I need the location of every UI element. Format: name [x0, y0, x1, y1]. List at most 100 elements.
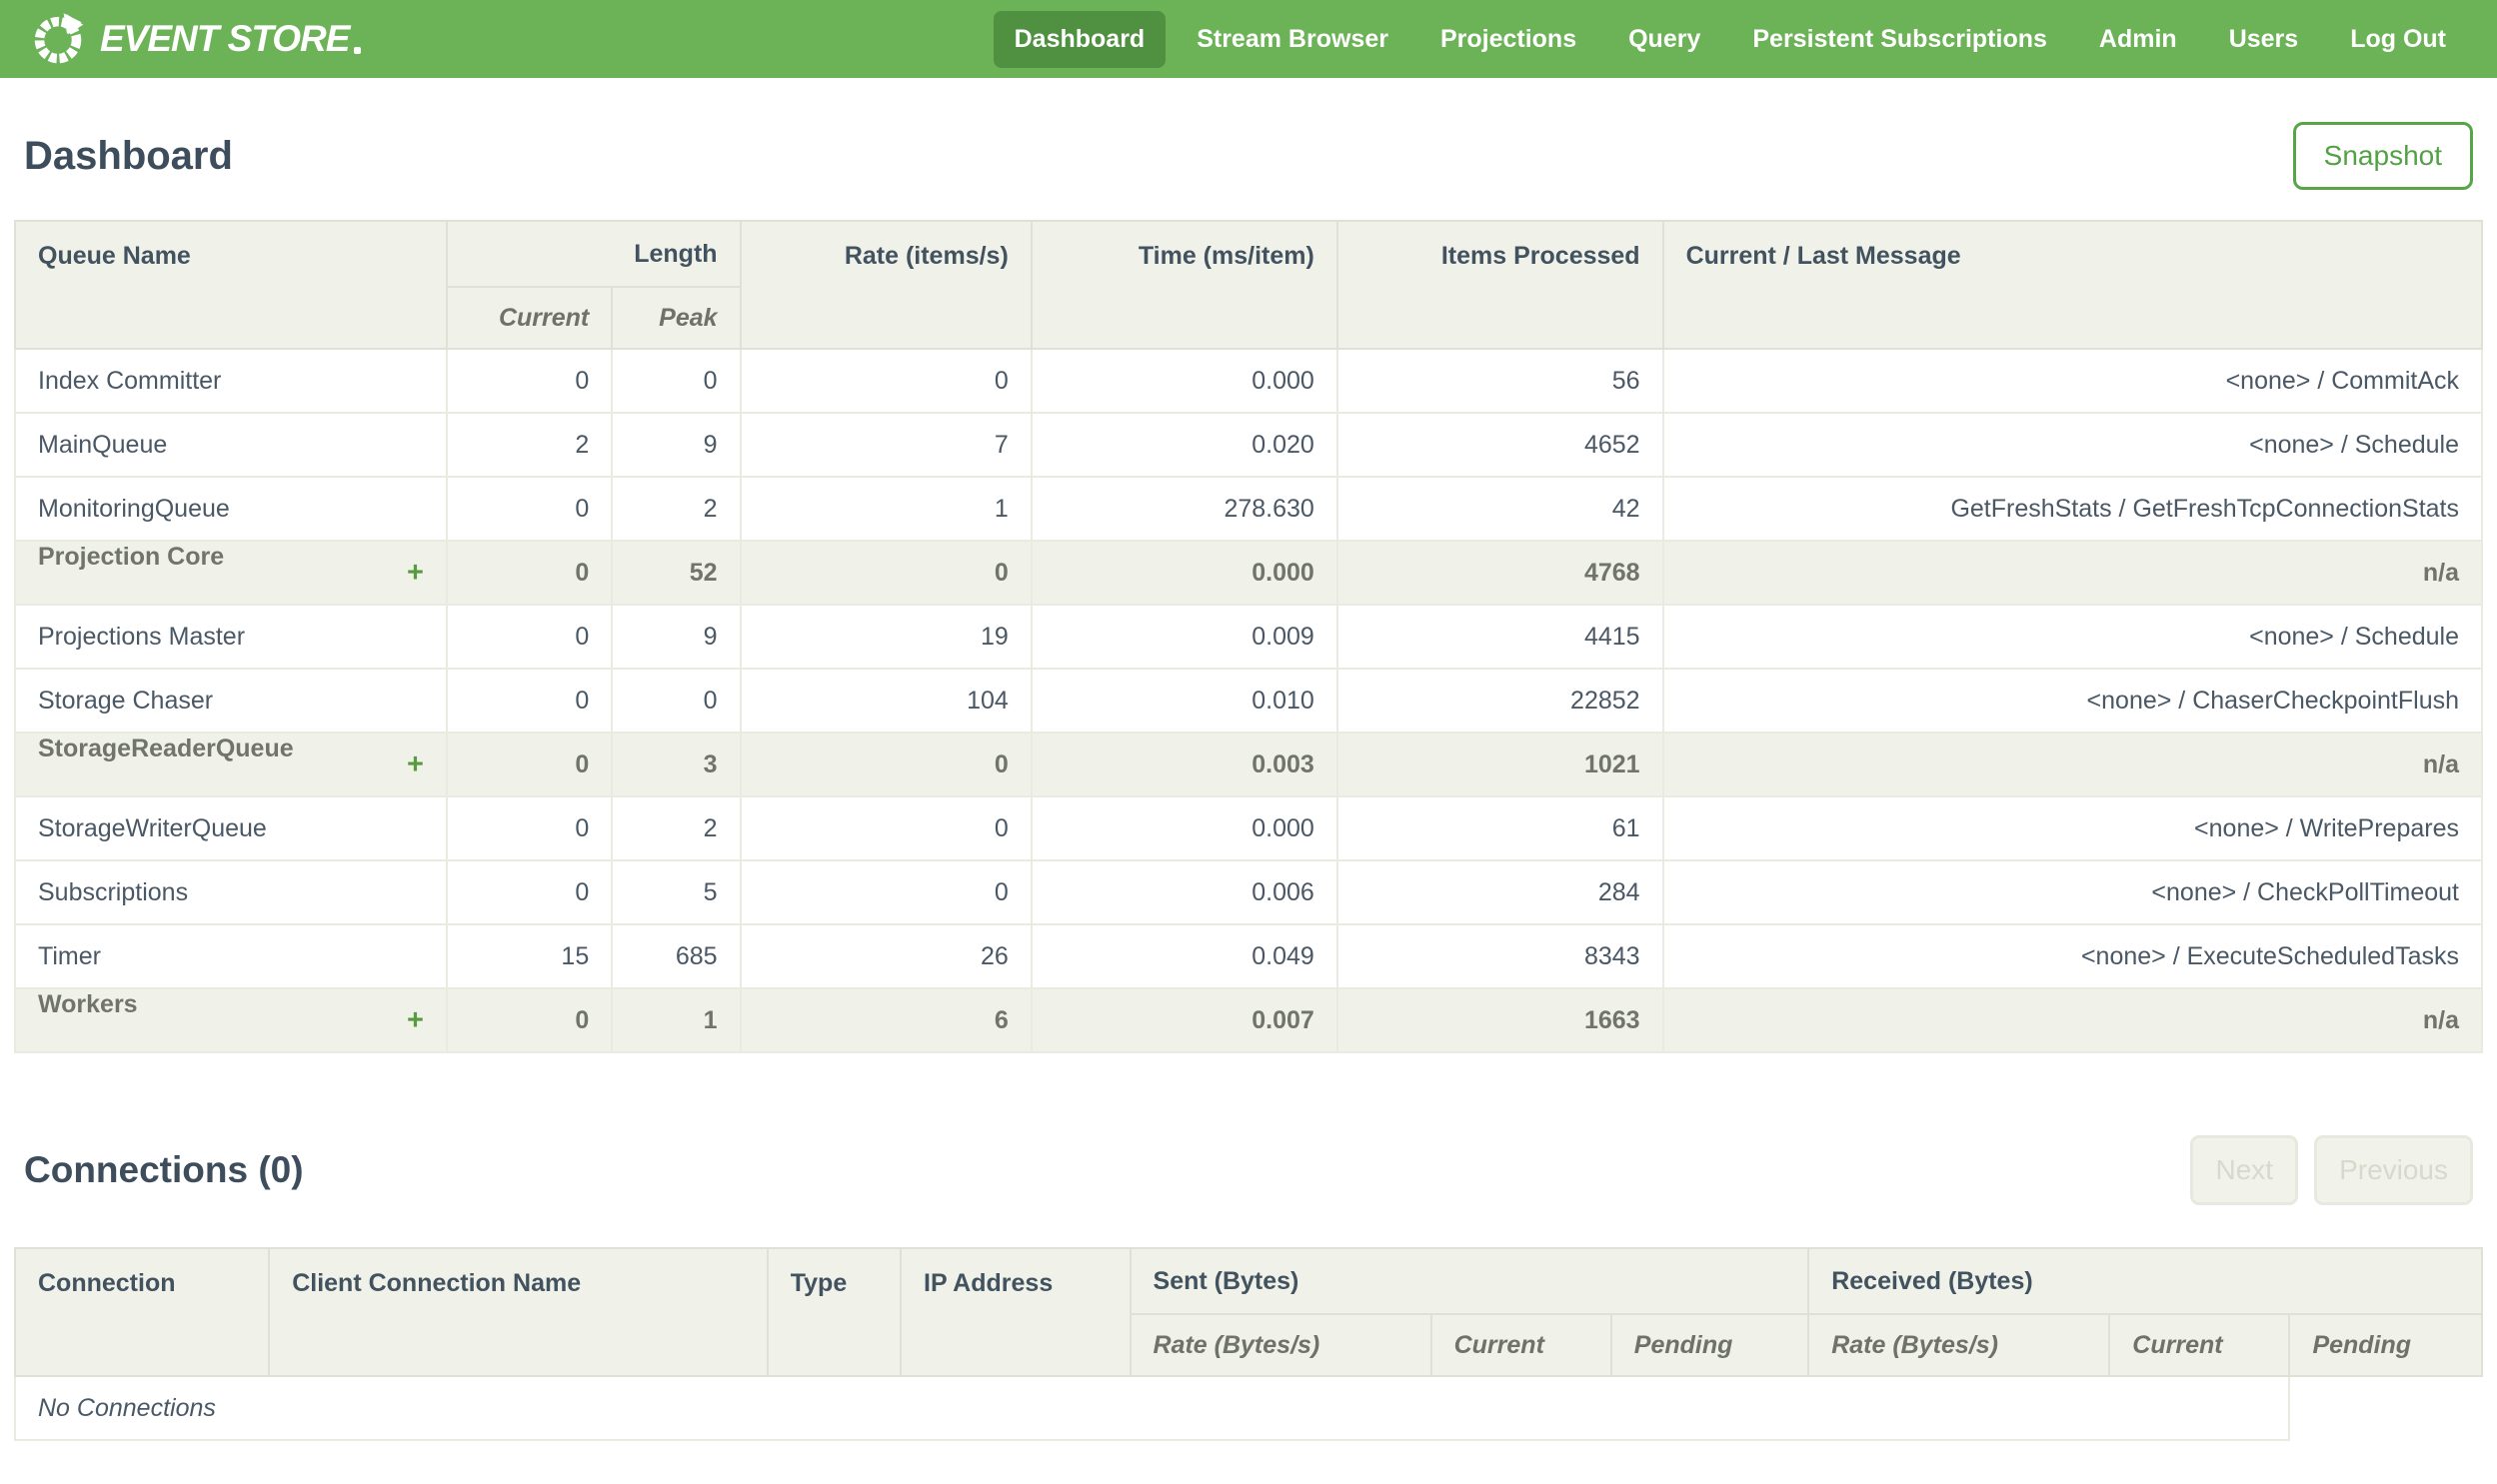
- queue-name-cell: Storage Chaser +: [14, 668, 448, 734]
- queue-name-cell: MonitoringQueue +: [14, 476, 448, 542]
- queue-table-row: Subscriptions + 0 5 0 0.006 284 <none> /…: [14, 859, 2484, 925]
- page-title: Dashboard: [24, 133, 233, 178]
- rate-cell: 0: [739, 732, 1033, 797]
- no-connections-row: No Connections: [13, 1375, 2482, 1441]
- message-cell: n/a: [1661, 540, 2484, 606]
- queue-name-cell: MainQueue +: [14, 412, 448, 478]
- nav-item[interactable]: Projections: [1419, 11, 1597, 68]
- time-cell: 278.630: [1030, 476, 1338, 542]
- length-peak-cell: 52: [611, 540, 742, 606]
- nav-item[interactable]: Admin: [2078, 11, 2198, 68]
- nav-item[interactable]: Query: [1607, 11, 1721, 68]
- connections-title: Connections (0): [24, 1149, 304, 1190]
- col-received-bytes: Received (Bytes): [1807, 1247, 2483, 1315]
- nav-item[interactable]: Users: [2208, 11, 2320, 68]
- message-cell: <none> / CommitAck: [1661, 348, 2484, 414]
- col-length-peak: Peak: [611, 286, 742, 350]
- previous-button[interactable]: Previous: [2314, 1135, 2473, 1205]
- brand-text: EVENT STORE: [100, 18, 362, 60]
- time-cell: 0.007: [1030, 987, 1338, 1053]
- queue-name-cell: Timer +: [14, 923, 448, 989]
- queue-name-cell: Index Committer +: [14, 348, 448, 414]
- expand-icon[interactable]: +: [407, 543, 424, 603]
- items-processed-cell: 42: [1335, 476, 1664, 542]
- nav-item[interactable]: Stream Browser: [1176, 11, 1409, 68]
- col-client-connection-name: Client Connection Name: [268, 1247, 769, 1377]
- time-cell: 0.000: [1030, 348, 1338, 414]
- col-length-current: Current: [445, 286, 614, 350]
- brand: EVENT STORE: [30, 11, 362, 67]
- nav-menu: Dashboard Stream Browser Projections Que…: [993, 10, 2467, 68]
- length-peak-cell: 9: [611, 412, 742, 478]
- nav-item-label: Persistent Subscriptions: [1752, 24, 2047, 53]
- queue-name: MonitoringQueue: [38, 494, 230, 523]
- queue-name: MainQueue: [38, 430, 168, 459]
- rate-cell: 0: [739, 540, 1033, 606]
- nav-item-label: Projections: [1439, 24, 1577, 53]
- length-current-cell: 0: [445, 859, 614, 925]
- message-cell: n/a: [1661, 732, 2484, 797]
- pager: Next Previous: [2190, 1135, 2473, 1205]
- snapshot-button[interactable]: Snapshot: [2292, 122, 2473, 190]
- rate-cell: 0: [739, 859, 1033, 925]
- length-current-cell: 2: [445, 412, 614, 478]
- message-cell: <none> / ExecuteScheduledTasks: [1661, 923, 2484, 989]
- message-cell: <none> / ChaserCheckpointFlush: [1661, 668, 2484, 734]
- rate-cell: 1: [739, 476, 1033, 542]
- queue-table-body: Index Committer + 0 0 0 0.000 56 <none> …: [14, 348, 2484, 1053]
- rate-cell: 0: [739, 795, 1033, 861]
- page-header: Dashboard Snapshot: [24, 122, 2473, 190]
- queue-name-cell: Projections Master +: [14, 604, 448, 670]
- col-type: Type: [766, 1247, 903, 1377]
- queue-name-cell: StorageWriterQueue +: [14, 795, 448, 861]
- queue-name: Projection Core: [38, 543, 225, 571]
- col-sent-rate: Rate (Bytes/s): [1129, 1313, 1432, 1377]
- queue-name-cell: Subscriptions +: [14, 859, 448, 925]
- queue-table-row: StorageWriterQueue + 0 2 0 0.000 61 <non…: [14, 795, 2484, 861]
- message-cell: <none> / WritePrepares: [1661, 795, 2484, 861]
- rate-cell: 26: [739, 923, 1033, 989]
- nav-item[interactable]: Persistent Subscriptions: [1731, 11, 2068, 68]
- queue-table-row: Storage Chaser + 0 0 104 0.010 22852 <no…: [14, 668, 2484, 734]
- rate-cell: 6: [739, 987, 1033, 1053]
- rate-cell: 0: [739, 348, 1033, 414]
- message-cell: <none> / Schedule: [1661, 604, 2484, 670]
- queue-name: StorageWriterQueue: [38, 813, 267, 842]
- queue-table-row: Timer + 15 685 26 0.049 8343 <none> / Ex…: [14, 923, 2484, 989]
- length-current-cell: 0: [445, 795, 614, 861]
- queue-name: Workers: [38, 990, 138, 1018]
- queue-name-cell: StorageReaderQueue +: [14, 732, 448, 797]
- rate-cell: 19: [739, 604, 1033, 670]
- col-ip-address: IP Address: [900, 1247, 1132, 1377]
- queue-name: Storage Chaser: [38, 686, 214, 715]
- col-sent-current: Current: [1429, 1313, 1612, 1377]
- queue-table-row: StorageReaderQueue + 0 3 0 0.003 1021 n/…: [14, 732, 2484, 797]
- nav-item[interactable]: Log Out: [2329, 11, 2467, 68]
- queue-table-row: MonitoringQueue + 0 2 1 278.630 42 GetFr…: [14, 476, 2484, 542]
- time-cell: 0.000: [1030, 795, 1338, 861]
- nav-item[interactable]: Dashboard: [993, 10, 1167, 68]
- length-current-cell: 0: [445, 540, 614, 606]
- col-length: Length: [445, 220, 742, 288]
- nav-item-label: Dashboard: [1014, 24, 1146, 53]
- queue-stats-table: Queue Name Length Rate (items/s) Time (m…: [14, 220, 2484, 1053]
- connections-table: Connection Client Connection Name Type I…: [13, 1247, 2483, 1441]
- col-received-current: Current: [2108, 1313, 2291, 1377]
- no-connections-message: No Connections: [13, 1375, 2291, 1441]
- next-button[interactable]: Next: [2190, 1135, 2299, 1205]
- expand-icon[interactable]: +: [407, 990, 424, 1050]
- col-sent-pending: Pending: [1609, 1313, 1810, 1377]
- expand-icon[interactable]: +: [407, 735, 424, 794]
- nav-item-label: Log Out: [2350, 24, 2446, 53]
- col-items-processed: Items Processed: [1335, 220, 1664, 350]
- connections-header: Connections (0) Next Previous: [24, 1135, 2473, 1205]
- col-queue-name: Queue Name: [14, 220, 448, 350]
- queue-name: StorageReaderQueue: [38, 735, 294, 762]
- queue-name: Index Committer: [38, 366, 222, 395]
- col-rate: Rate (items/s): [739, 220, 1033, 350]
- time-cell: 0.003: [1030, 732, 1338, 797]
- items-processed-cell: 56: [1335, 348, 1664, 414]
- length-current-cell: 0: [445, 604, 614, 670]
- items-processed-cell: 4652: [1335, 412, 1664, 478]
- items-processed-cell: 8343: [1335, 923, 1664, 989]
